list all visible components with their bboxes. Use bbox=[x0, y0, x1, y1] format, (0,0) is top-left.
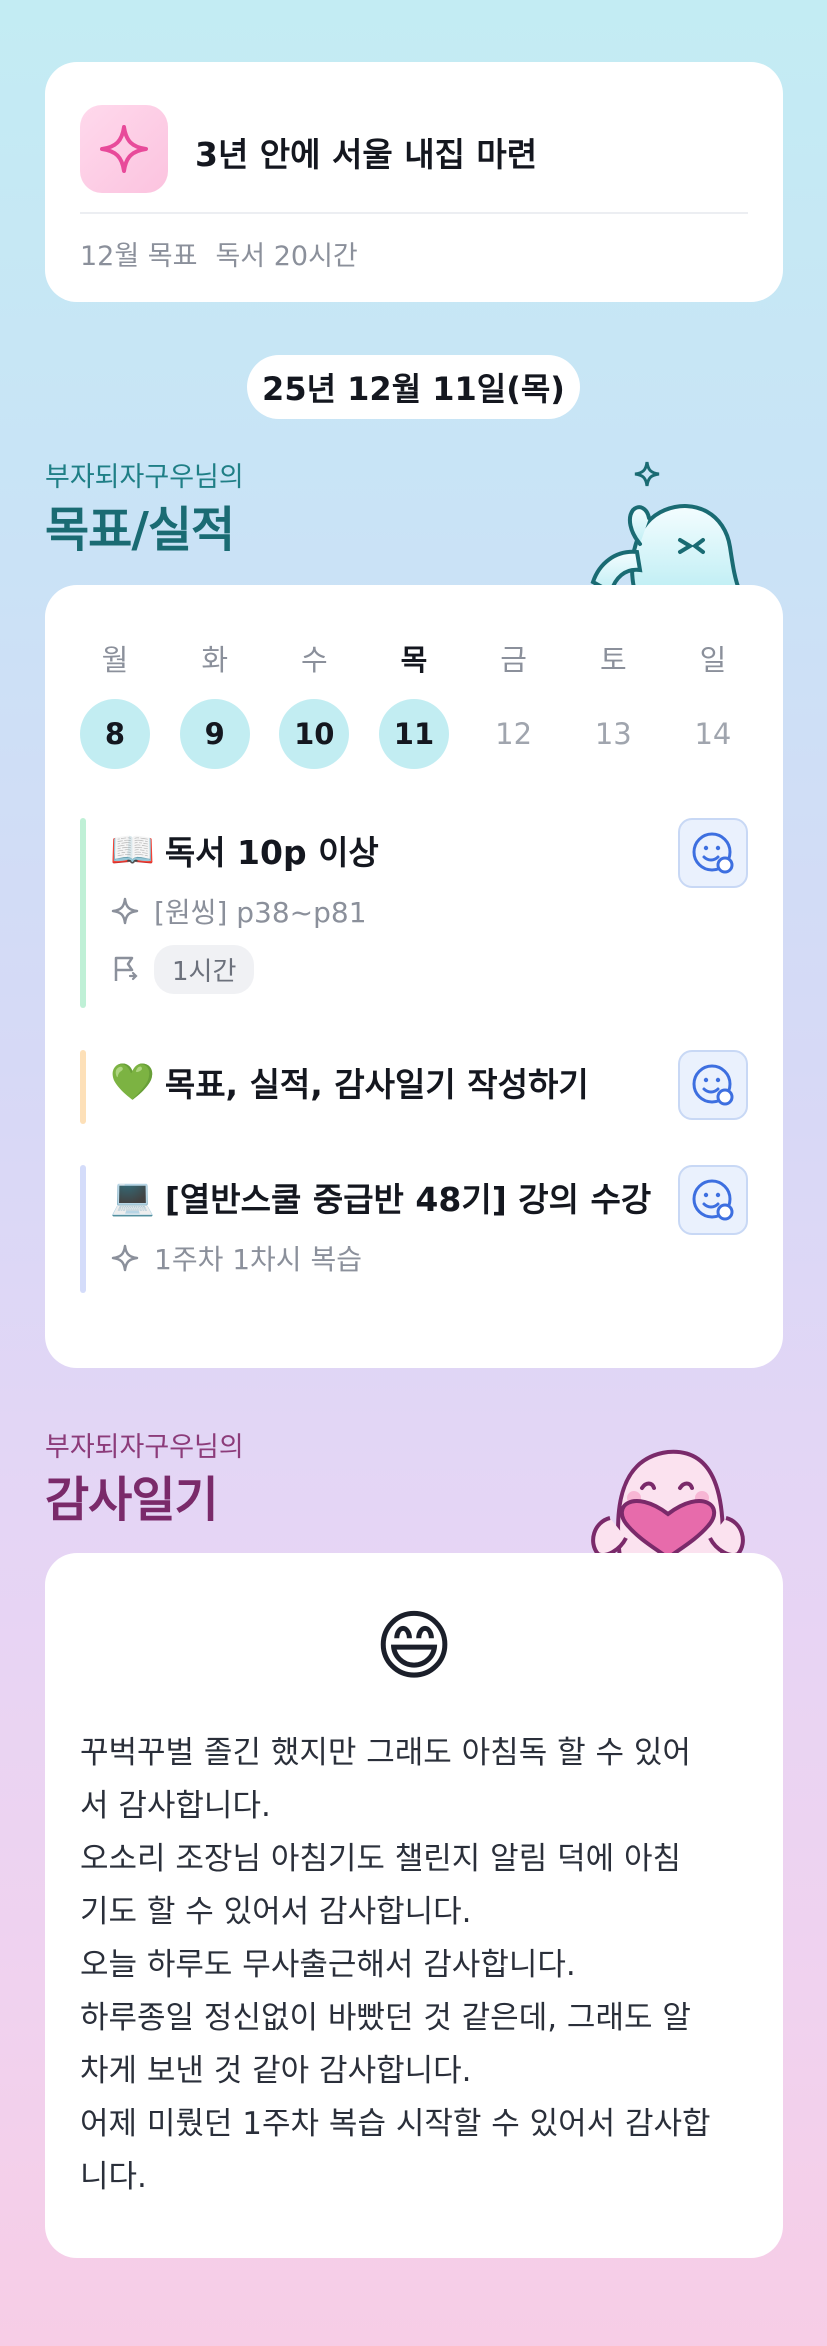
month-goal: 12월 목표 독서 20시간 bbox=[80, 234, 358, 273]
week-labels: 월 화 수 목 금 토 일 bbox=[80, 637, 748, 679]
weekday-label: 토 bbox=[599, 643, 627, 677]
performance-card: 월 화 수 목 금 토 일 8 9 10 11 12 13 14 📖 독서 10… bbox=[45, 585, 783, 1368]
smile-add-icon bbox=[692, 832, 734, 874]
task-title-text: 독서 10p 이상 bbox=[164, 833, 379, 872]
day-9[interactable]: 9 bbox=[179, 699, 250, 769]
performance-title: 목표/실적 bbox=[45, 502, 235, 558]
day-13[interactable]: 13 bbox=[578, 699, 648, 769]
goal-card[interactable]: 3년 안에 서울 내집 마련 12월 목표 독서 20시간 bbox=[45, 62, 783, 302]
task-title: 💻 [열반스쿨 중급반 48기] 강의 수강 bbox=[110, 1165, 748, 1229]
diary-line: 서 감사합니다. bbox=[80, 1788, 271, 1824]
task-detail-text: 1주차 1차시 복습 bbox=[154, 1243, 362, 1276]
task-color-bar bbox=[80, 1050, 86, 1124]
green-heart-icon: 💚 bbox=[110, 1062, 155, 1103]
weekday-label: 금 bbox=[500, 643, 527, 677]
diary-line: 오늘 하루도 무사출근해서 감사합니다. bbox=[80, 1947, 576, 1983]
grinning-face-icon: 😄 bbox=[374, 1601, 454, 1690]
heart-character-icon bbox=[591, 1449, 745, 1558]
task-feeling-button[interactable] bbox=[678, 1165, 748, 1235]
ghost-character-icon bbox=[590, 461, 743, 592]
sparkle-outline-icon bbox=[111, 897, 139, 925]
task-detail-text: [원씽] p38~p81 bbox=[154, 896, 367, 929]
task-title: 💚 목표, 실적, 감사일기 작성하기 bbox=[110, 1050, 748, 1114]
task-item[interactable]: 💚 목표, 실적, 감사일기 작성하기 bbox=[80, 1050, 748, 1124]
divider bbox=[80, 212, 748, 214]
diary-line: 차게 보낸 것 같아 감사합니다. bbox=[80, 2053, 472, 2089]
diary-line: 기도 할 수 있어서 감사합니다. bbox=[80, 1894, 472, 1930]
diary-line: 어제 미뤘던 1주차 복습 시작할 수 있어서 감사합 bbox=[80, 2106, 711, 2142]
task-detail: 1주차 1차시 복습 bbox=[110, 1229, 748, 1287]
diary-line: 하루종일 정신없이 바빴던 것 같은데, 그래도 알 bbox=[80, 2000, 691, 2036]
task-feeling-button[interactable] bbox=[678, 1050, 748, 1120]
laptop-icon: 💻 bbox=[110, 1177, 155, 1218]
goal-icon-box bbox=[80, 105, 168, 193]
task-feeling-button[interactable] bbox=[678, 818, 748, 888]
book-icon: 📖 bbox=[110, 830, 155, 871]
time-chip: 1시간 bbox=[154, 944, 255, 994]
diary-text: 꾸벅꾸벌 졸긴 했지만 그래도 아침독 할 수 있어 서 감사합니다. 오소리 … bbox=[80, 1727, 748, 2204]
task-item[interactable]: 💻 [열반스쿨 중급반 48기] 강의 수강 1주차 1차시 복습 bbox=[80, 1165, 748, 1293]
diary-line: 꾸벅꾸벌 졸긴 했지만 그래도 아침독 할 수 있어 bbox=[80, 1735, 691, 1771]
weekday-label: 수 bbox=[300, 643, 328, 677]
day-14[interactable]: 14 bbox=[678, 699, 748, 769]
task-title-text: 목표, 실적, 감사일기 작성하기 bbox=[164, 1065, 589, 1104]
task-time: 1시간 bbox=[110, 940, 748, 998]
weekday-label: 화 bbox=[201, 643, 228, 677]
sparkle-icon bbox=[100, 125, 148, 173]
month-goal-label: 12월 목표 bbox=[80, 241, 198, 272]
task-color-bar bbox=[80, 1165, 86, 1293]
task-title: 📖 독서 10p 이상 bbox=[110, 818, 748, 882]
diary-line: 니다. bbox=[80, 2159, 147, 2195]
day-8[interactable]: 8 bbox=[80, 699, 150, 769]
diary-owner-label: 부자되자구우님의 bbox=[45, 1432, 244, 1463]
day-11[interactable]: 11 bbox=[378, 699, 449, 769]
flag-time-icon bbox=[114, 956, 138, 981]
diary-title: 감사일기 bbox=[45, 1472, 219, 1528]
smile-add-icon bbox=[692, 1179, 734, 1221]
month-goal-value: 독서 20시간 bbox=[215, 241, 358, 272]
task-color-bar bbox=[80, 818, 86, 1008]
performance-owner-label: 부자되자구우님의 bbox=[45, 462, 244, 493]
weekday-label: 월 bbox=[101, 643, 129, 677]
sparkle-outline-icon bbox=[111, 1244, 139, 1272]
goal-title: 3년 안에 서울 내집 마련 bbox=[195, 135, 538, 174]
weekday-label-today: 목 bbox=[400, 643, 428, 677]
day-10[interactable]: 10 bbox=[279, 699, 350, 769]
diary-card: 😄 꾸벅꾸벌 졸긴 했지만 그래도 아침독 할 수 있어 서 감사합니다. 오소… bbox=[45, 1553, 783, 2258]
day-12[interactable]: 12 bbox=[479, 699, 549, 769]
task-item[interactable]: 📖 독서 10p 이상 [원씽] p38~p81 1시간 bbox=[80, 818, 748, 1008]
task-title-text: [열반스쿨 중급반 48기] 강의 수강 bbox=[164, 1180, 652, 1219]
weekday-label: 일 bbox=[699, 643, 727, 677]
smile-add-icon bbox=[692, 1064, 734, 1106]
task-detail: [원씽] p38~p81 bbox=[110, 882, 748, 940]
diary-line: 오소리 조장님 아침기도 챌린지 알림 덕에 아침 bbox=[80, 1841, 682, 1877]
date-pill[interactable]: 25년 12월 11일(목) bbox=[247, 355, 580, 419]
week-days: 8 9 10 11 12 13 14 bbox=[80, 699, 748, 769]
